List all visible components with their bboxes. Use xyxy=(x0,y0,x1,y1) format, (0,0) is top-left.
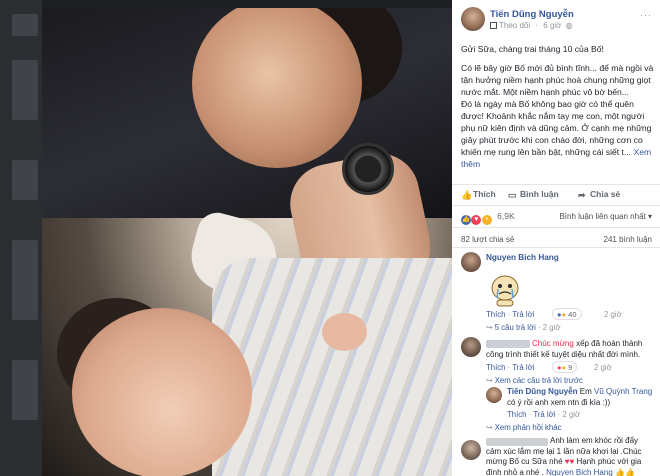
comment-sort-label: Bình luận liên quan nhất xyxy=(559,212,646,221)
author-avatar[interactable] xyxy=(461,7,485,31)
reply-text: Tiến Dũng Nguyễn Em Vũ Quỳnh Trang có ý … xyxy=(507,386,657,408)
comment-line: Hạnh phúc với gia xyxy=(576,457,642,466)
reply-author[interactable]: Tiến Dũng Nguyễn xyxy=(507,387,578,396)
reaction-summary[interactable]: 👍 ♥ • 6,9K xyxy=(461,211,515,225)
love-reaction-icon: ♥ xyxy=(471,215,482,225)
photo-baby-head xyxy=(72,308,252,476)
post-sidebar: Tiến Dũng Nguyễn Theo dõi · 6 giờ ◍ ··· … xyxy=(452,0,660,476)
action-bar: 👍Thích ▭ Bình luận ➦ Chia sẻ xyxy=(452,184,660,204)
share-arrow-icon: ➦ xyxy=(578,190,586,200)
post-body: Gửi Sữa, chàng trai tháng 10 của Bố! Có … xyxy=(461,43,655,170)
share-count[interactable]: 82 lượt chia sẻ xyxy=(461,235,514,244)
post-paragraph: Đó là ngày mà Bố không bao giờ có thể qu… xyxy=(461,98,655,170)
comment-reaction-pill[interactable]: ●● 9 xyxy=(552,361,578,373)
reply-time[interactable]: 2 giờ xyxy=(562,410,580,419)
reply-meta: Thích · Trả lời · 2 giờ xyxy=(507,410,581,419)
comment-like-count: 9 xyxy=(568,363,573,372)
divider xyxy=(452,227,660,228)
view-previous-replies-link[interactable]: ↪ Xem các câu trả lời trước xyxy=(486,376,583,385)
wow-reaction-icon: ● xyxy=(561,310,567,319)
like-label: Thích xyxy=(473,189,496,199)
photo-baby-hand xyxy=(322,313,367,351)
comment-line: Anh làm em khóc rồi đấy xyxy=(550,436,639,445)
heart-icon: ♥♥ xyxy=(564,457,575,466)
comment-highlight: Chúc mừng xyxy=(532,339,574,348)
chevron-down-icon: ▾ xyxy=(647,212,652,221)
comment-reply-link[interactable]: Trả lời xyxy=(512,363,534,372)
commenter-avatar[interactable] xyxy=(461,440,481,460)
comment-label: Bình luận xyxy=(520,189,559,199)
comment-tag[interactable]: Nguyen Bich Hang xyxy=(546,468,613,476)
reply-arrow-icon: ↪ xyxy=(486,376,493,385)
wow-reaction-icon: ● xyxy=(561,363,567,372)
comment-line: cảm xúc lắm mẹ lại 1 lần nữa khơi lại .C… xyxy=(486,446,642,456)
reply-tag[interactable]: Vũ Quỳnh Trang xyxy=(594,387,652,396)
comment-text: Chúc mừng xếp đã hoàn thành công trình t… xyxy=(486,338,656,360)
thumbs-up-emoji-icon: 👍👍 xyxy=(615,467,635,476)
comment-sort-dropdown[interactable]: Bình luận liên quan nhất ▾ xyxy=(559,212,652,221)
reaction-count: 6,9K xyxy=(497,211,515,221)
comment-time[interactable]: 2 giờ xyxy=(604,310,622,319)
commenter-name[interactable]: Nguyen Bich Hang xyxy=(486,253,559,262)
divider xyxy=(452,247,660,248)
post-photo[interactable] xyxy=(42,8,452,476)
like-reaction-icon: 👍 xyxy=(461,215,471,225)
reply-reply-link[interactable]: Trả lời xyxy=(533,410,555,419)
post-meta: Theo dõi · 6 giờ ◍ xyxy=(490,21,573,30)
reply-arrow-icon: ↪ xyxy=(486,423,493,432)
background-block xyxy=(12,14,38,36)
view-replies-link[interactable]: ↪ 5 câu trả lời · 2 giờ xyxy=(486,323,560,332)
background-topbar xyxy=(42,0,452,8)
post-paragraph: Có lẽ bây giờ Bố mới đủ bình tĩnh... để … xyxy=(461,63,654,97)
replies-time: 2 giờ xyxy=(542,323,561,332)
follow-label[interactable]: Theo dõi xyxy=(499,21,530,30)
globe-icon: ◍ xyxy=(565,21,573,30)
more-replies-link[interactable]: ↪ Xem phản hồi khác xyxy=(486,423,561,432)
reply-like-link[interactable]: Thích xyxy=(507,410,527,419)
comment-reply-link[interactable]: Trả lời xyxy=(512,310,534,319)
background-block xyxy=(12,160,38,200)
share-label: Chia sẻ xyxy=(590,189,621,199)
reply-prefix: Em xyxy=(579,387,592,396)
commenter-avatar[interactable] xyxy=(461,337,481,357)
background-block xyxy=(12,60,38,120)
background-page xyxy=(0,0,42,476)
comment-reaction-pill[interactable]: ●● 40 xyxy=(552,308,582,320)
background-block xyxy=(12,240,38,320)
reply-body: có ý rồi anh xem ntn đi kìa :)) xyxy=(507,398,611,407)
follow-check-icon[interactable] xyxy=(490,22,497,29)
speech-bubble-icon: ▭ xyxy=(508,190,517,200)
photo-watch xyxy=(342,143,394,195)
post-header: Tiến Dũng Nguyễn Theo dõi · 6 giờ ◍ ··· xyxy=(452,0,660,42)
reply-avatar[interactable] xyxy=(486,387,502,403)
more-replies-label: Xem phản hồi khác xyxy=(494,423,562,432)
post-time[interactable]: 6 giờ xyxy=(543,21,561,30)
like-button[interactable]: 👍Thích xyxy=(461,189,496,200)
comment-line: đình nhỏ a nhé . xyxy=(486,467,544,476)
comment-line: mừng Bố cu Sữa nhé xyxy=(486,457,563,466)
author-name[interactable]: Tiến Dũng Nguyễn xyxy=(490,9,574,20)
thumbs-up-icon: 👍 xyxy=(461,190,473,200)
post-paragraph-text: Đó là ngày mà Bố không bao giờ có thể qu… xyxy=(461,99,652,157)
comment-like-count: 40 xyxy=(568,310,577,319)
comment-meta: Thích · Trả lời xyxy=(486,363,535,372)
reply-arrow-icon: ↪ xyxy=(486,323,493,332)
comment-time[interactable]: 2 giờ xyxy=(594,363,612,372)
commenter-avatar[interactable] xyxy=(461,252,481,272)
post-paragraph: Gửi Sữa, chàng trai tháng 10 của Bố! xyxy=(461,44,604,54)
wow-reaction-icon: • xyxy=(481,215,492,225)
comment-like-link[interactable]: Thích xyxy=(486,363,506,372)
comment-meta: Thích · Trả lời xyxy=(486,310,535,319)
background-block xyxy=(12,360,38,420)
more-options-icon[interactable]: ··· xyxy=(640,10,652,20)
sticker-image xyxy=(491,275,519,307)
comment-text: Anh làm em khóc rồi đấy cảm xúc lắm mẹ l… xyxy=(486,436,658,476)
comment-like-link[interactable]: Thích xyxy=(486,310,506,319)
comment-button[interactable]: ▭ Bình luận xyxy=(508,189,559,200)
previous-replies-label: Xem các câu trả lời trước xyxy=(494,376,583,385)
comment-count[interactable]: 241 bình luận xyxy=(604,235,653,244)
divider xyxy=(452,205,660,206)
share-button[interactable]: ➦ Chia sẻ xyxy=(578,189,620,200)
replies-count: 5 câu trả lời xyxy=(494,323,536,332)
